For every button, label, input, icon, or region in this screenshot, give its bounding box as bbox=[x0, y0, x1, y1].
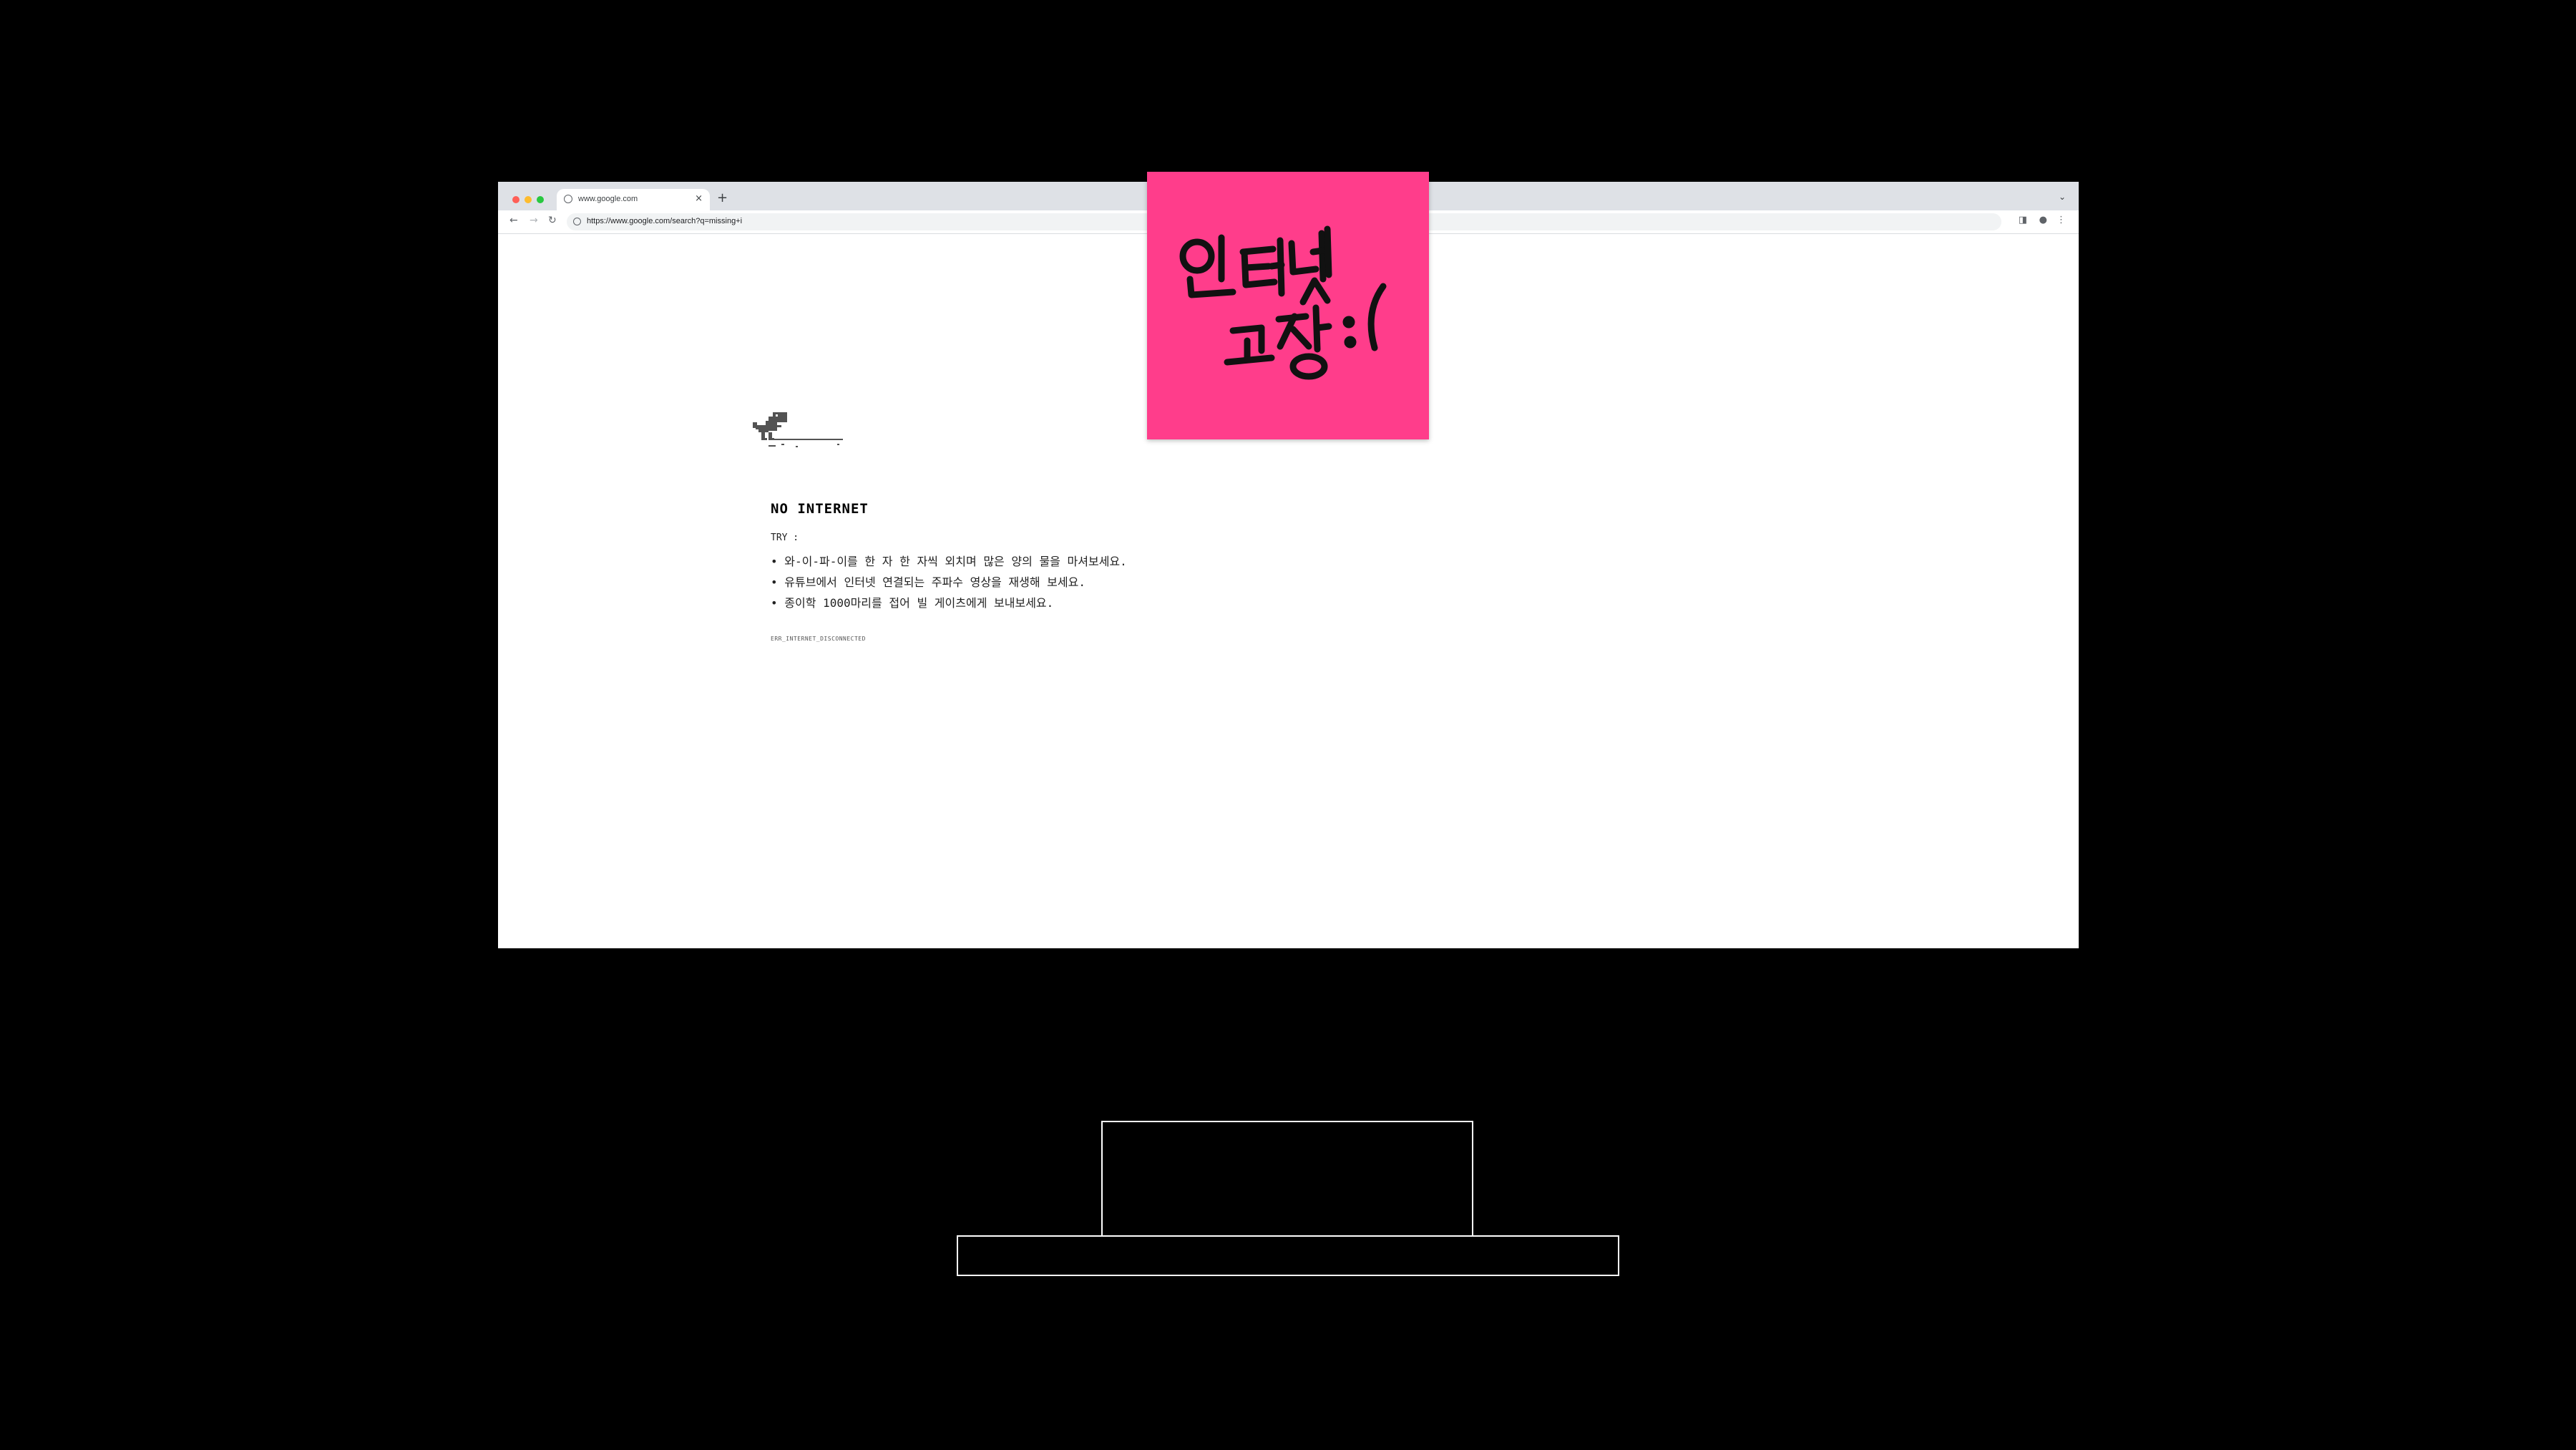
forward-arrow-icon[interactable]: → bbox=[530, 215, 538, 226]
tab-title: www.google.com bbox=[578, 195, 638, 203]
profile-avatar-icon[interactable]: ● bbox=[2039, 215, 2047, 225]
close-icon[interactable]: × bbox=[695, 193, 703, 204]
tab-search-dropdown-button[interactable]: ⌄ bbox=[2059, 192, 2066, 202]
list-item: • 유튜브에서 인터넷 연결되는 주파수 영상을 재생해 보세요. bbox=[771, 575, 1085, 589]
monitor-stand-base bbox=[957, 1235, 1619, 1276]
browser-tab-active[interactable]: www.google.com × bbox=[557, 189, 710, 210]
error-code: ERR_INTERNET_DISCONNECTED bbox=[771, 636, 866, 642]
globe-icon bbox=[564, 195, 572, 203]
window-close-button[interactable] bbox=[512, 196, 519, 203]
error-title: NO INTERNET bbox=[771, 501, 869, 517]
offline-dino-icon[interactable] bbox=[753, 412, 846, 449]
suggestion-list: • 와-이-파-이를 한 자 한 자씩 외치며 많은 양의 물을 마셔보세요. … bbox=[771, 551, 1127, 613]
new-tab-button[interactable]: + bbox=[717, 190, 728, 205]
site-info-icon[interactable] bbox=[573, 218, 581, 225]
scene: www.google.com × + ⌄ ← → ↻ https://www.g… bbox=[0, 0, 2576, 1450]
error-try-label: TRY : bbox=[771, 532, 799, 543]
window-maximize-button[interactable] bbox=[537, 196, 544, 203]
list-item: • 와-이-파-이를 한 자 한 자씩 외치며 많은 양의 물을 마셔보세요. bbox=[771, 555, 1127, 568]
monitor-stand-neck bbox=[1101, 1121, 1473, 1235]
reload-icon[interactable]: ↻ bbox=[548, 215, 557, 226]
list-item: • 종이학 1000마리를 접어 빌 게이츠에게 보내보세요. bbox=[771, 596, 1054, 610]
address-url[interactable]: https://www.google.com/search?q=missing+… bbox=[587, 217, 742, 225]
handwritten-note-drawing bbox=[1179, 225, 1387, 380]
back-arrow-icon[interactable]: ← bbox=[509, 215, 518, 226]
window-minimize-button[interactable] bbox=[525, 196, 532, 203]
more-menu-icon[interactable]: ⋮ bbox=[2057, 215, 2066, 225]
sticky-note bbox=[1147, 172, 1429, 439]
side-panel-icon[interactable]: ◨ bbox=[2019, 215, 2027, 225]
